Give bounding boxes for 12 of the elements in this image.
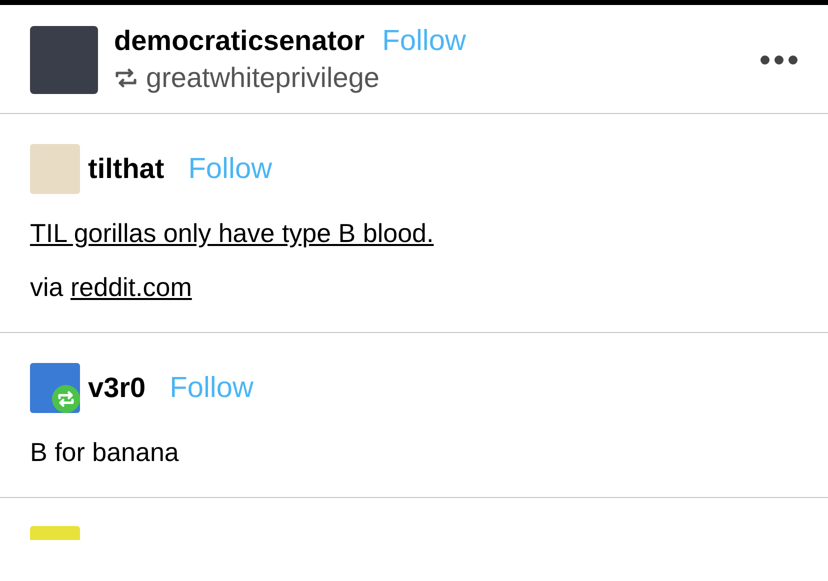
reblog-icon xyxy=(114,68,138,88)
post-text: B for banana xyxy=(30,437,180,467)
username[interactable]: democraticsenator xyxy=(114,25,365,57)
source-link[interactable]: reddit.com xyxy=(70,272,192,302)
username[interactable]: v3r0 xyxy=(88,372,146,404)
username[interactable]: tilthat xyxy=(88,153,164,185)
post-link[interactable]: TIL gorillas only have type B blood. xyxy=(30,218,434,248)
more-icon[interactable] xyxy=(760,55,798,65)
photo-placeholder[interactable] xyxy=(30,26,98,94)
avatar-placeholder[interactable] xyxy=(30,363,80,413)
reblogged-from[interactable]: greatwhiteprivilege xyxy=(146,61,380,95)
via-label: via xyxy=(30,272,64,302)
